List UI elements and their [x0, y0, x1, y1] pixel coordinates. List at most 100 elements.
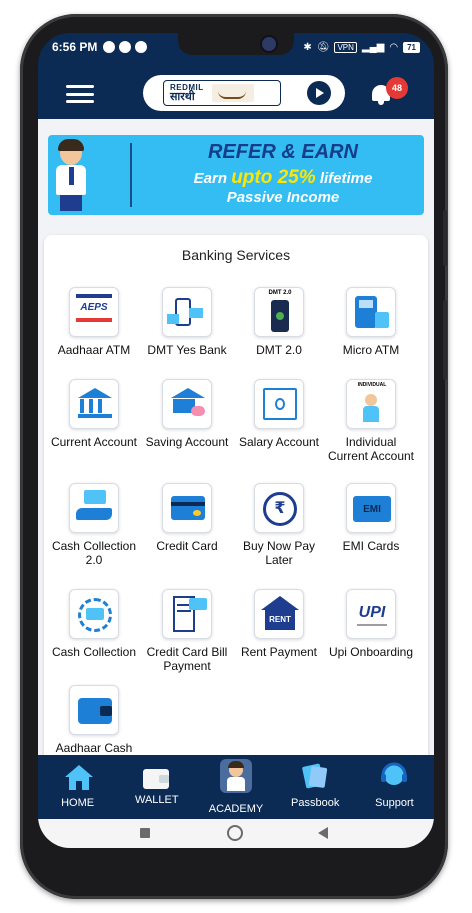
signal-icon: ▂▄▆ [361, 41, 385, 53]
service-label: Upi Onboarding [328, 645, 414, 659]
rupee-clock-icon: ₹ [254, 483, 304, 533]
academy-icon [220, 759, 253, 793]
headset-icon [380, 762, 407, 785]
nav-wallet-label: WALLET [135, 794, 179, 806]
service-label: Rent Payment [240, 645, 318, 659]
service-label: Salary Account [238, 435, 320, 449]
nav-home-label: HOME [61, 797, 95, 809]
service-label: Credit Card Bill Payment [146, 645, 228, 673]
cash-cycle-icon [69, 589, 119, 639]
card-title: Banking Services [181, 247, 291, 263]
service-label: Saving Account [145, 435, 229, 449]
camera-icon [262, 37, 276, 51]
banking-services-card: Banking Services AEPS Aadhaar ATM DMT Yes … [44, 235, 428, 755]
banner-tagline: Passive Income [226, 189, 340, 206]
menu-bar [66, 92, 94, 96]
status-time: 6:56 PM [52, 40, 98, 54]
service-label: Current Account [50, 435, 138, 449]
hand-cash-icon [69, 483, 119, 533]
chariot-icon [211, 84, 254, 102]
menu-bar [66, 100, 94, 103]
screen: 6:56 PM ✱ 🔕︎ VPN ▂▄▆ ◠ 71 REDMIL सारथी 4… [38, 33, 434, 848]
nav-wallet[interactable]: WALLET [117, 755, 196, 819]
passbook-icon [301, 763, 327, 789]
nav-passbook[interactable]: Passbook [276, 755, 355, 819]
logo-bottom-text: सारथी [170, 90, 195, 103]
aeps-icon: AEPS [69, 287, 119, 337]
service-tile[interactable]: ₹ Buy Now Pay Later [233, 483, 325, 567]
nav-home[interactable]: HOME [38, 755, 117, 819]
camera-notch [178, 33, 294, 55]
service-label: Buy Now Pay Later [242, 539, 316, 567]
service-tile[interactable]: Aadhaar Cash [48, 685, 140, 755]
play-button[interactable] [307, 81, 331, 105]
service-tile[interactable]: DMT Yes Bank [141, 287, 233, 357]
battery-icon: 71 [403, 41, 420, 53]
service-label: Individual Current Account [327, 435, 415, 463]
service-label: Aadhaar ATM [57, 343, 131, 357]
service-tile[interactable]: Credit Card Bill Payment [141, 589, 233, 673]
logo-box: REDMIL सारथी [163, 80, 281, 106]
service-tile[interactable]: AEPS Aadhaar ATM [48, 287, 140, 357]
banner-subtitle: Earn upto 25% lifetime [193, 167, 373, 188]
service-tile[interactable]: Saving Account [141, 379, 233, 449]
credit-card-icon [162, 483, 212, 533]
nav-academy[interactable]: ACADEMY [196, 755, 275, 819]
service-tile[interactable]: Micro ATM [325, 287, 417, 357]
home-icon [65, 765, 93, 790]
menu-bar [66, 85, 94, 88]
back-button[interactable] [318, 827, 328, 839]
wallet-icon [69, 685, 119, 735]
volume-button [443, 210, 447, 266]
salary-bank-icon [254, 379, 304, 429]
dmt-phone-icon: DMT 2.0 [254, 287, 304, 337]
nav-support-label: Support [375, 797, 414, 809]
service-label: Credit Card [156, 539, 218, 553]
bluetooth-icon: ✱ [303, 41, 312, 53]
refer-earn-banner[interactable]: REFER & EARN Earn upto 25% lifetime Pass… [48, 135, 424, 215]
rent-house-icon: RENT [254, 589, 304, 639]
service-tile[interactable]: EMI EMI Cards [325, 483, 417, 553]
service-tile[interactable]: DMT 2.0 DMT 2.0 [233, 287, 325, 357]
service-label: DMT Yes Bank [147, 343, 227, 357]
service-tile[interactable]: Salary Account [233, 379, 325, 449]
upi-icon: UPI [346, 589, 396, 639]
service-label: Cash Collection 2.0 [51, 539, 137, 567]
menu-button[interactable] [66, 85, 94, 103]
micro-atm-icon [346, 287, 396, 337]
recents-button[interactable] [140, 828, 150, 838]
service-label: DMT 2.0 [256, 343, 302, 357]
service-label: Aadhaar Cash [55, 741, 133, 755]
emi-card-icon: EMI [346, 483, 396, 533]
mute-icon: 🔕︎ [316, 41, 330, 53]
service-tile[interactable]: Cash Collection [48, 589, 140, 659]
service-tile[interactable]: RENT Rent Payment [233, 589, 325, 659]
flash-notification-icon [119, 41, 132, 53]
nav-support[interactable]: Support [355, 755, 434, 819]
bill-receipt-icon [162, 589, 212, 639]
cartoon-person-icon [50, 139, 90, 211]
service-tile[interactable]: Current Account [48, 379, 140, 449]
bank-building-icon [69, 379, 119, 429]
system-nav-bar [38, 819, 434, 848]
nav-passbook-label: Passbook [291, 797, 340, 809]
bottom-nav: HOME WALLET ACADEMY Passbook Support [38, 755, 434, 819]
service-label: Micro ATM [342, 343, 400, 357]
service-label: EMI Cards [342, 539, 400, 553]
power-button [443, 300, 447, 380]
service-tile[interactable]: INDIVIDUAL Individual Current Account [325, 379, 417, 463]
app-logo: REDMIL सारथी [143, 75, 345, 111]
wallet-icon [143, 769, 170, 789]
service-tile[interactable]: Cash Collection 2.0 [48, 483, 140, 567]
banner-title: REFER & EARN [207, 141, 358, 163]
banner-divider [130, 143, 132, 207]
home-system-button[interactable] [227, 825, 243, 841]
wifi-icon: ◠ [389, 41, 399, 53]
notification-count-badge: 48 [386, 77, 408, 99]
individual-account-icon: INDIVIDUAL [346, 379, 396, 429]
main-content: REFER & EARN Earn upto 25% lifetime Pass… [38, 119, 434, 755]
piggy-bank-icon [162, 379, 212, 429]
service-tile[interactable]: UPI Upi Onboarding [325, 589, 417, 659]
service-tile[interactable]: Credit Card [141, 483, 233, 553]
service-label: Cash Collection [51, 645, 137, 659]
